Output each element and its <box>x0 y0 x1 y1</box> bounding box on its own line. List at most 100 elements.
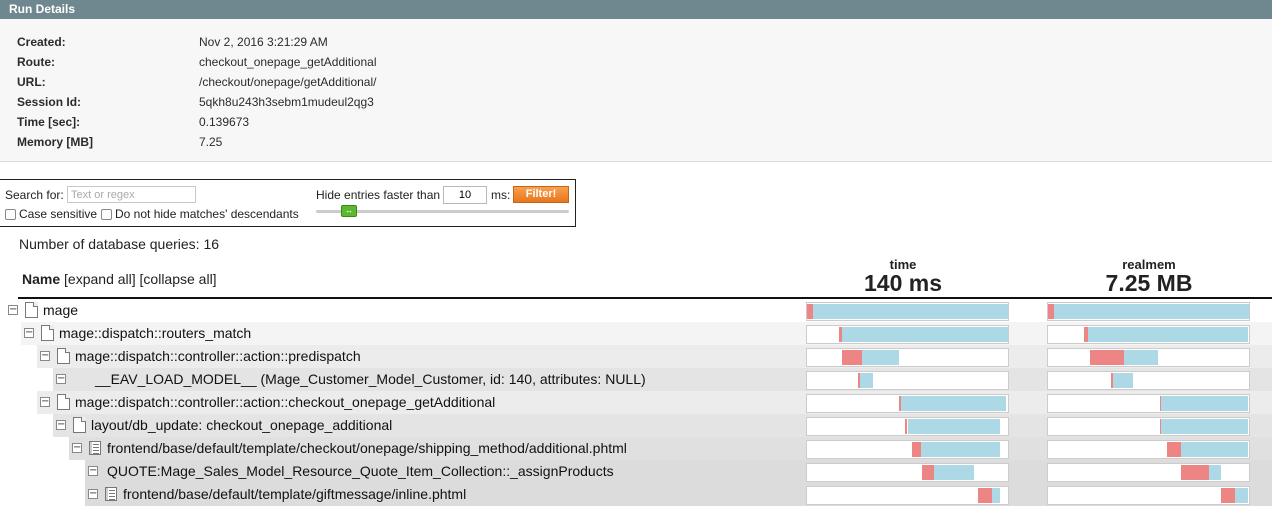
tree-row-label[interactable]: layout/db_update: checkout_onepage_addit… <box>91 417 392 433</box>
run-details-title: Run Details <box>9 2 76 16</box>
time-bar <box>806 417 1009 436</box>
tree-row[interactable]: − mage <box>0 299 1272 322</box>
tree-row-label[interactable]: QUOTE:Mage_Sales_Model_Resource_Quote_It… <box>107 463 614 479</box>
file-icon <box>41 325 54 341</box>
children-segment <box>921 442 1000 457</box>
no-hide-descendants-checkbox[interactable] <box>101 209 112 220</box>
search-label: Search for: <box>5 188 64 202</box>
collapse-all-link[interactable]: [collapse all] <box>140 271 217 287</box>
name-column-header: Name [expand all] [collapse all] <box>22 271 217 287</box>
detail-label: Route: <box>17 55 55 69</box>
children-segment <box>901 396 1006 411</box>
children-segment <box>842 327 1008 342</box>
collapse-toggle-icon[interactable]: − <box>72 443 82 453</box>
ms-label: ms: <box>491 188 511 202</box>
children-segment <box>813 304 1008 319</box>
name-header-label: Name <box>22 271 61 287</box>
file-icon <box>57 348 70 364</box>
time-total: 140 ms <box>863 270 942 296</box>
case-sensitive-checkbox[interactable] <box>5 209 16 220</box>
time-bar <box>806 371 1009 390</box>
detail-label: Time [sec]: <box>17 115 81 129</box>
tree-row[interactable]: − mage::dispatch::controller::action::che… <box>0 391 1272 414</box>
time-bar <box>806 486 1009 505</box>
children-segment <box>1124 350 1158 365</box>
collapse-toggle-icon[interactable]: − <box>56 374 66 384</box>
realmem-bar <box>1047 486 1250 505</box>
collapse-toggle-icon[interactable]: − <box>56 420 66 430</box>
tree-row[interactable]: − mage::dispatch::controller::action::pre… <box>0 345 1272 368</box>
case-sensitive-option[interactable]: Case sensitive <box>5 207 97 221</box>
threshold-ms-input[interactable] <box>443 186 487 204</box>
time-bar <box>806 348 1009 367</box>
run-details-title-bar: Run Details <box>0 0 1272 19</box>
time-bar <box>806 325 1009 344</box>
children-segment <box>862 350 899 365</box>
detail-label: Created: <box>17 35 66 49</box>
children-segment <box>1161 419 1248 434</box>
self-segment <box>912 442 921 457</box>
detail-value: 5qkh8u243h3sebm1mudeul2qg3 <box>199 95 374 109</box>
time-bar <box>806 302 1009 321</box>
time-bar <box>806 463 1009 482</box>
realmem-bar <box>1047 325 1250 344</box>
children-segment <box>1054 304 1249 319</box>
tree-row-label[interactable]: mage::dispatch::routers_match <box>59 325 251 341</box>
tree-row[interactable]: − mage::dispatch::routers_match <box>0 322 1272 345</box>
self-segment <box>1090 350 1124 365</box>
detail-label: URL: <box>17 75 46 89</box>
case-sensitive-label: Case sensitive <box>19 207 98 221</box>
collapse-toggle-icon[interactable]: − <box>88 466 98 476</box>
tree-row-label[interactable]: mage::dispatch::controller::action::pred… <box>75 348 361 364</box>
tree-row[interactable]: − __EAV_LOAD_MODEL__ (Mage_Customer_Model… <box>0 368 1272 391</box>
children-segment <box>1088 327 1248 342</box>
detail-value: 0.139673 <box>199 115 250 129</box>
no-hide-descendants-label: Do not hide matches' descendants <box>115 207 299 221</box>
collapse-toggle-icon[interactable]: − <box>24 328 34 338</box>
expand-all-link[interactable]: [expand all] <box>64 271 136 287</box>
realmem-bar <box>1047 440 1250 459</box>
file-icon <box>25 302 38 318</box>
threshold-slider-handle[interactable]: ↔ <box>341 205 357 217</box>
children-segment <box>992 488 1000 503</box>
self-segment <box>978 488 992 503</box>
tree-row[interactable]: − frontend/base/default/template/giftmess… <box>0 483 1272 506</box>
tree-row[interactable]: − layout/db_update: checkout_onepage_addi… <box>0 414 1272 437</box>
tree-row[interactable]: − frontend/base/default/template/checkout… <box>0 437 1272 460</box>
detail-value: 7.25 <box>199 135 223 149</box>
tree-row-label[interactable]: frontend/base/default/template/giftmessa… <box>123 486 466 502</box>
tree-row-label[interactable]: __EAV_LOAD_MODEL__ (Mage_Customer_Model_… <box>95 371 646 387</box>
filter-button[interactable]: Filter! <box>513 186 569 203</box>
realmem-bar <box>1047 463 1250 482</box>
template-icon <box>105 487 117 501</box>
children-segment <box>934 465 974 480</box>
run-details-panel: Created: Nov 2, 2016 3:21:29 AM Route: c… <box>0 19 1272 162</box>
collapse-toggle-icon[interactable]: − <box>88 489 98 499</box>
tree-row-label[interactable]: mage::dispatch::controller::action::chec… <box>75 394 495 410</box>
collapse-toggle-icon[interactable]: − <box>8 305 18 315</box>
children-segment <box>860 373 873 388</box>
realmem-bar <box>1047 417 1250 436</box>
detail-value: checkout_onepage_getAdditional <box>199 55 377 69</box>
search-input[interactable] <box>67 186 196 203</box>
realmem-bar <box>1047 371 1250 390</box>
detail-label: Session Id: <box>17 95 82 109</box>
children-segment <box>1181 442 1248 457</box>
children-segment <box>1209 465 1221 480</box>
no-hide-descendants-option[interactable]: Do not hide matches' descendants <box>101 207 299 221</box>
hide-entries-label: Hide entries faster than <box>316 188 441 202</box>
file-icon <box>73 417 86 433</box>
realmem-column-header[interactable]: realmem 7.25 MB <box>1069 257 1229 295</box>
realmem-bar <box>1047 348 1250 367</box>
children-segment <box>908 419 1000 434</box>
tree-row-label[interactable]: mage <box>43 302 78 318</box>
time-bar <box>806 440 1009 459</box>
collapse-toggle-icon[interactable]: − <box>40 397 50 407</box>
time-column-header[interactable]: time 140 ms <box>823 257 983 296</box>
tree-row-label[interactable]: frontend/base/default/template/checkout/… <box>107 440 627 456</box>
self-segment <box>922 465 934 480</box>
self-segment <box>1167 442 1181 457</box>
tree-row[interactable]: − QUOTE:Mage_Sales_Model_Resource_Quote_I… <box>0 460 1272 483</box>
file-icon <box>57 394 70 410</box>
collapse-toggle-icon[interactable]: − <box>40 351 50 361</box>
